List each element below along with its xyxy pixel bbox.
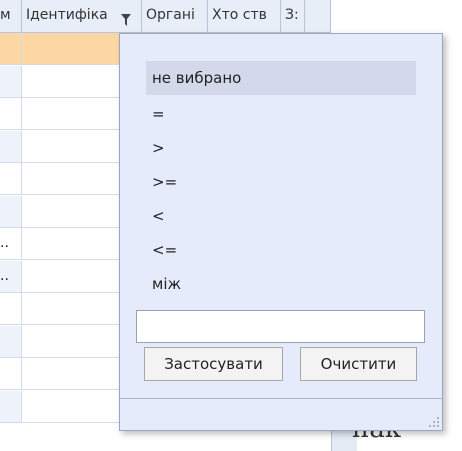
table-cell[interactable] bbox=[0, 358, 22, 390]
table-cell[interactable] bbox=[0, 98, 22, 130]
table-cell[interactable] bbox=[0, 390, 22, 423]
filter-icon[interactable] bbox=[121, 14, 131, 26]
filter-popup: не вибрано = > >= < <= між Застосувати О… bbox=[119, 33, 443, 431]
column-header-z[interactable]: З: bbox=[281, 0, 305, 33]
filter-option-greater-equal[interactable]: >= bbox=[146, 165, 416, 199]
filter-option-equals[interactable]: = bbox=[146, 97, 416, 131]
popup-divider bbox=[120, 398, 442, 399]
column-header-created-by[interactable]: Хто ств bbox=[208, 0, 281, 33]
filter-option-less[interactable]: < bbox=[146, 199, 416, 233]
clear-button[interactable]: Очистити bbox=[300, 347, 417, 381]
resize-grip-icon[interactable] bbox=[429, 417, 439, 427]
table-cell[interactable] bbox=[0, 195, 22, 228]
table-cell[interactable] bbox=[0, 65, 22, 98]
table-cell[interactable]: .. bbox=[0, 228, 22, 260]
column-header-organization[interactable]: Органі bbox=[142, 0, 208, 33]
filter-value-input[interactable] bbox=[136, 310, 425, 343]
column-header-extra bbox=[305, 0, 331, 33]
apply-button[interactable]: Застосувати bbox=[144, 347, 283, 381]
table-cell[interactable] bbox=[0, 130, 22, 163]
column-header-m[interactable]: м bbox=[0, 0, 22, 33]
filter-option-greater[interactable]: > bbox=[146, 131, 416, 165]
filter-option-less-equal[interactable]: <= bbox=[146, 233, 416, 267]
table-cell[interactable] bbox=[0, 293, 22, 325]
table-cell[interactable]: .. bbox=[0, 260, 22, 293]
table-cell[interactable] bbox=[0, 33, 22, 65]
filter-option-between[interactable]: між bbox=[146, 267, 416, 301]
filter-option-none[interactable]: не вибрано bbox=[146, 61, 416, 95]
table-cell[interactable] bbox=[0, 325, 22, 358]
table-cell[interactable] bbox=[0, 163, 22, 195]
